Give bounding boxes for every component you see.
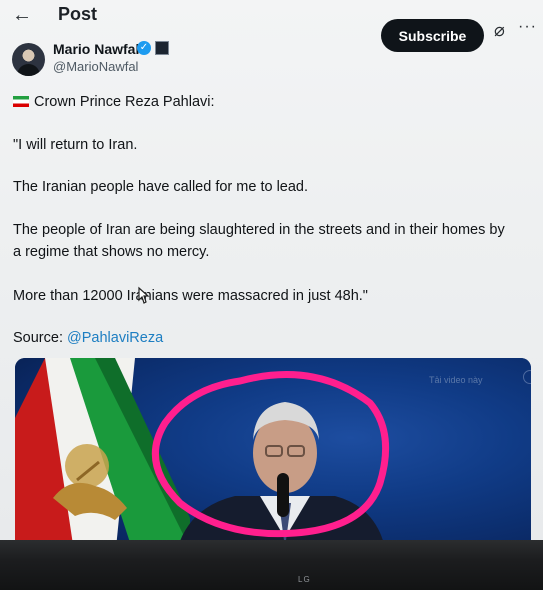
post-source: Source: @PahlaviReza xyxy=(13,327,513,349)
author-name[interactable]: Mario Nawfal xyxy=(53,41,139,57)
more-icon[interactable]: ··· xyxy=(518,18,537,36)
download-video-label[interactable]: Tải video này xyxy=(429,375,483,385)
page-title: Post xyxy=(58,4,98,24)
post-line-4: The people of Iran are being slaughtered… xyxy=(13,222,505,260)
grok-icon[interactable]: ⌀ xyxy=(494,20,505,41)
cursor-icon xyxy=(138,286,150,304)
avatar[interactable] xyxy=(12,43,45,76)
annotation-circle xyxy=(151,371,390,538)
post-line-5: More than 12000 Iranians were massacred … xyxy=(13,288,368,304)
monitor-bezel xyxy=(0,540,543,590)
post-line-1: Crown Prince Reza Pahlavi: xyxy=(34,94,215,110)
post-line-3: The Iranian people have called for me to… xyxy=(13,179,309,195)
back-arrow-icon[interactable]: ← xyxy=(12,4,32,27)
iran-flag-icon xyxy=(13,96,29,107)
post-line-2: "I will return to Iran. xyxy=(13,137,138,153)
verified-icon: ✓ xyxy=(137,41,151,55)
photographed-screen: ← Post Mario Nawfal ✓ @MarioNawfal Subsc… xyxy=(0,0,543,548)
affiliate-badge-icon[interactable] xyxy=(155,41,169,55)
video-player[interactable]: Tải video này xyxy=(15,358,531,548)
source-link[interactable]: @PahlaviReza xyxy=(67,330,163,346)
monitor-brand-logo: LG xyxy=(298,575,311,584)
volume-icon[interactable] xyxy=(523,370,531,384)
subscribe-button[interactable]: Subscribe xyxy=(381,19,484,52)
source-label: Source: xyxy=(13,330,63,346)
author-handle[interactable]: @MarioNawfal xyxy=(53,59,138,74)
